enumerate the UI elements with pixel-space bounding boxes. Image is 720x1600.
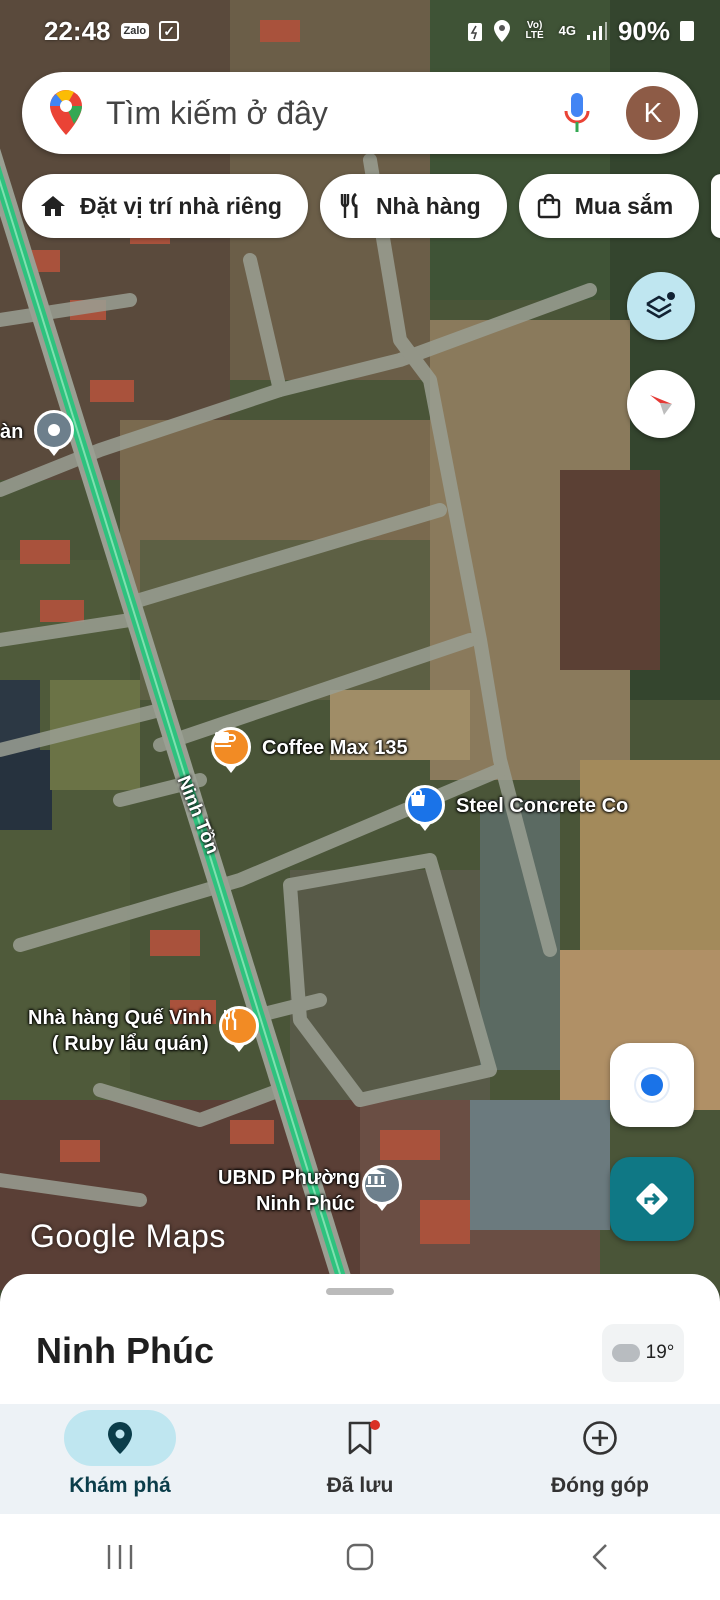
nav-saved-pill xyxy=(304,1410,416,1466)
system-navigation-bar xyxy=(0,1514,720,1600)
location-icon xyxy=(493,20,510,42)
bottom-navigation: Khám phá Đã lưu Đóng góp xyxy=(0,1404,720,1514)
bookmark-icon xyxy=(348,1421,372,1455)
home-square-icon xyxy=(346,1543,374,1571)
volte-indicator: Vo) LTE xyxy=(525,20,544,41)
shopping-bag-icon xyxy=(537,193,560,219)
nav-explore-label: Khám phá xyxy=(69,1474,171,1497)
nav-explore-pill xyxy=(64,1410,176,1466)
status-bar: 22:48 Zalo ✓ Vo) LTE 4G 90% xyxy=(0,0,720,62)
battery-percent: 90% xyxy=(617,15,670,46)
directions-icon xyxy=(636,1183,668,1215)
ubnd-label-line2[interactable]: Ninh Phúc xyxy=(256,1192,355,1216)
nav-saved[interactable]: Đã lưu xyxy=(260,1410,460,1498)
recent-apps-button[interactable] xyxy=(90,1527,150,1587)
nav-saved-label: Đã lưu xyxy=(326,1474,394,1497)
account-avatar[interactable]: K xyxy=(626,86,680,140)
status-time: 22:48 xyxy=(44,15,111,46)
coffee-label[interactable]: Coffee Max 135 xyxy=(262,736,408,760)
chip-shopping-label: Mua sắm xyxy=(574,192,674,219)
restaurant-pin[interactable] xyxy=(219,1006,259,1046)
battery-saver-icon xyxy=(467,23,482,41)
steel-concrete-pin[interactable] xyxy=(405,785,445,825)
back-button[interactable] xyxy=(570,1527,630,1587)
weather-chip[interactable]: 19° xyxy=(602,1324,684,1382)
recent-apps-icon xyxy=(107,1545,133,1569)
microphone-icon[interactable] xyxy=(562,91,592,135)
place-title: Ninh Phúc xyxy=(36,1330,214,1371)
location-pin-icon xyxy=(108,1422,132,1454)
signal-icon xyxy=(586,22,607,40)
map-label-edge: àn xyxy=(0,421,24,443)
restaurant-label-line1[interactable]: Nhà hàng Quế Vinh xyxy=(28,1006,212,1030)
chip-home-label: Đặt vị trí nhà riêng xyxy=(80,192,282,219)
battery-icon xyxy=(680,21,694,41)
nav-contribute-pill xyxy=(544,1410,656,1466)
restaurant-icon xyxy=(340,193,358,218)
government-building-icon xyxy=(366,1169,386,1187)
cloud-icon xyxy=(611,1344,640,1362)
zalo-notification-icon: Zalo xyxy=(120,23,150,39)
checkbox-notification-icon: ✓ xyxy=(159,21,180,41)
shopping-bag-icon xyxy=(411,789,425,806)
network-type: 4G xyxy=(558,23,576,38)
place-pin-gray[interactable] xyxy=(34,410,74,450)
chip-more-partial[interactable] xyxy=(711,174,720,238)
ubnd-label-line1[interactable]: UBND Phường xyxy=(218,1166,360,1190)
restaurant-icon xyxy=(224,1009,237,1030)
temperature: 19° xyxy=(645,1342,675,1363)
chip-restaurants-label: Nhà hàng xyxy=(375,192,481,219)
layers-icon xyxy=(646,292,675,319)
compass-button[interactable] xyxy=(627,370,695,438)
nav-contribute-label: Đóng góp xyxy=(551,1474,649,1497)
my-location-icon xyxy=(641,1074,663,1096)
coffee-pin[interactable] xyxy=(211,727,251,767)
home-icon xyxy=(41,196,65,216)
google-maps-watermark: Google Maps xyxy=(30,1218,226,1254)
add-circle-icon xyxy=(583,1421,617,1455)
category-chips: Đặt vị trí nhà riêng Nhà hàng Mua sắm xyxy=(22,174,720,238)
google-maps-logo-icon xyxy=(50,90,82,135)
chip-home[interactable]: Đặt vị trí nhà riêng xyxy=(22,174,308,238)
ubnd-pin[interactable] xyxy=(362,1165,402,1205)
dot-icon xyxy=(48,424,60,436)
steel-concrete-label[interactable]: Steel Concrete Co xyxy=(456,794,628,818)
my-location-button[interactable] xyxy=(610,1043,694,1127)
back-chevron-icon xyxy=(592,1544,607,1570)
bottom-sheet[interactable]: Ninh Phúc 19° xyxy=(0,1274,720,1404)
nav-explore[interactable]: Khám phá xyxy=(20,1410,220,1498)
sheet-drag-handle[interactable] xyxy=(326,1288,394,1295)
notification-dot xyxy=(370,1420,380,1430)
chip-shopping[interactable]: Mua sắm xyxy=(518,174,700,238)
search-bar[interactable]: Tìm kiếm ở đây K xyxy=(22,72,698,154)
nav-contribute[interactable]: Đóng góp xyxy=(500,1410,700,1498)
restaurant-label-line2[interactable]: ( Ruby lẩu quán) xyxy=(52,1032,209,1056)
layers-button[interactable] xyxy=(627,272,695,340)
compass-icon xyxy=(650,395,672,415)
coffee-cup-icon xyxy=(215,732,236,747)
home-button[interactable] xyxy=(330,1527,390,1587)
chip-restaurants[interactable]: Nhà hàng xyxy=(319,174,507,238)
search-input[interactable]: Tìm kiếm ở đây xyxy=(106,95,562,132)
directions-button[interactable] xyxy=(610,1157,694,1241)
